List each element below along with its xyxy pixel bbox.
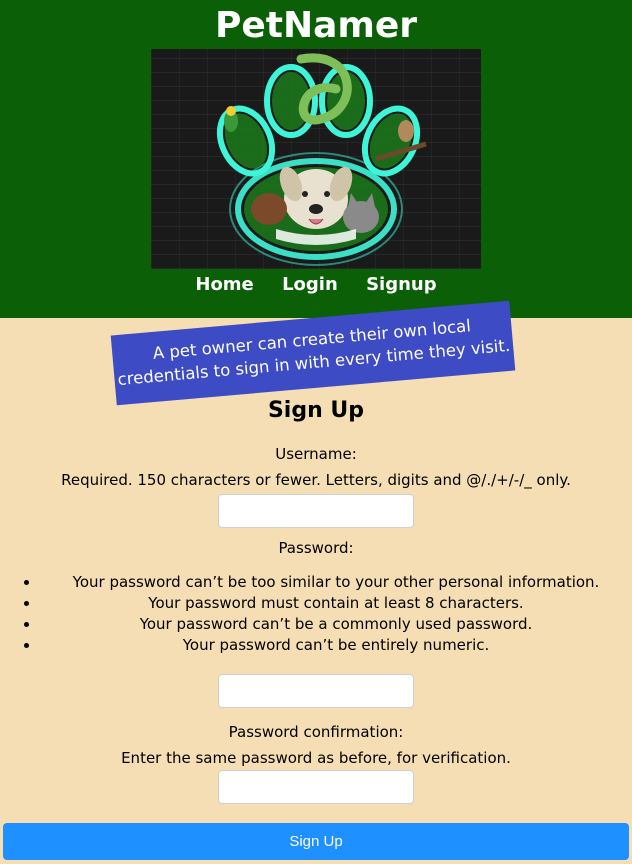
signup-form: Sign Up Username: Required. 150 characte… bbox=[0, 394, 632, 804]
password-confirmation-input[interactable] bbox=[218, 770, 414, 804]
nav-home-link[interactable]: Home bbox=[195, 274, 253, 295]
sign-up-button[interactable]: Sign Up bbox=[3, 823, 629, 860]
password-rule-item: Your password can’t be entirely numeric. bbox=[40, 635, 632, 656]
nav-login-link[interactable]: Login bbox=[282, 274, 338, 295]
password-rule-item: Your password can’t be too similar to yo… bbox=[40, 572, 632, 593]
password-rules-list: Your password can’t be too similar to yo… bbox=[0, 572, 632, 656]
password-confirmation-help-text: Enter the same password as before, for v… bbox=[121, 749, 511, 767]
form-title: Sign Up bbox=[267, 398, 365, 423]
password-label: Password: bbox=[278, 539, 354, 557]
nav-signup-link[interactable]: Signup bbox=[366, 274, 437, 295]
username-input[interactable] bbox=[218, 494, 414, 528]
site-title: PetNamer bbox=[214, 5, 418, 46]
username-label: Username: bbox=[275, 445, 357, 463]
password-rule-item: Your password can’t be a commonly used p… bbox=[40, 614, 632, 635]
site-header: PetNamer Home Login Signup bbox=[0, 0, 632, 318]
paw-print-illustration bbox=[216, 53, 427, 266]
username-help-text: Required. 150 characters or fewer. Lette… bbox=[61, 471, 571, 489]
main-nav: Home Login Signup bbox=[0, 274, 632, 295]
hero-image bbox=[151, 49, 481, 269]
password-confirmation-label: Password confirmation: bbox=[228, 723, 404, 741]
password-rule-item: Your password must contain at least 8 ch… bbox=[40, 593, 632, 614]
password-input[interactable] bbox=[218, 674, 414, 708]
